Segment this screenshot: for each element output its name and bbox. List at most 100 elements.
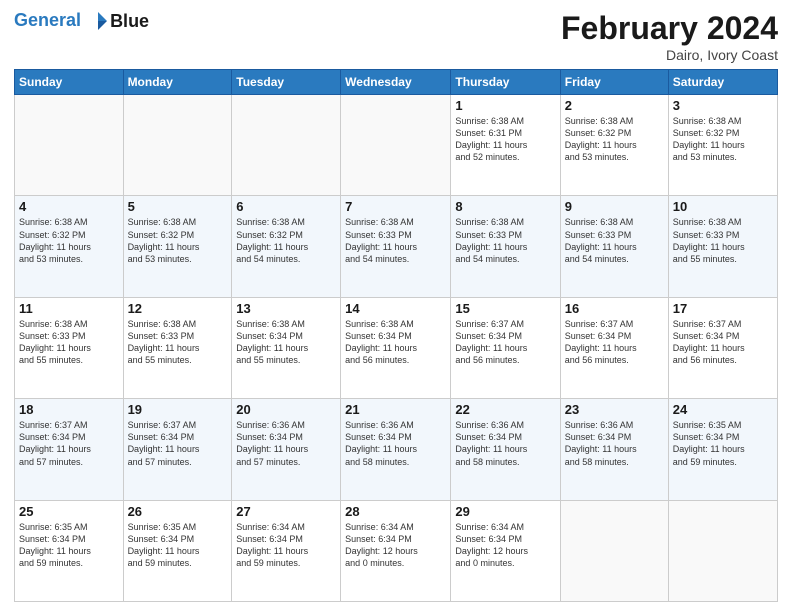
table-row: 13 Sunrise: 6:38 AM Sunset: 6:34 PM Dayli…: [232, 297, 341, 398]
table-row: 28 Sunrise: 6:34 AM Sunset: 6:34 PM Dayli…: [341, 500, 451, 601]
day-info: Sunrise: 6:38 AM Sunset: 6:34 PM Dayligh…: [236, 318, 336, 367]
table-row: [123, 95, 232, 196]
month-title: February 2024: [561, 10, 778, 47]
page: General Blue February 2024 Dairo, Ivory …: [0, 0, 792, 612]
table-row: 27 Sunrise: 6:34 AM Sunset: 6:34 PM Dayli…: [232, 500, 341, 601]
day-info: Sunrise: 6:35 AM Sunset: 6:34 PM Dayligh…: [673, 419, 773, 468]
day-number: 25: [19, 504, 119, 519]
day-number: 11: [19, 301, 119, 316]
logo-icon: [87, 10, 109, 32]
table-row: 18 Sunrise: 6:37 AM Sunset: 6:34 PM Dayli…: [15, 399, 124, 500]
day-info: Sunrise: 6:36 AM Sunset: 6:34 PM Dayligh…: [236, 419, 336, 468]
day-info: Sunrise: 6:38 AM Sunset: 6:32 PM Dayligh…: [236, 216, 336, 265]
day-info: Sunrise: 6:36 AM Sunset: 6:34 PM Dayligh…: [455, 419, 555, 468]
col-friday: Friday: [560, 70, 668, 95]
day-number: 27: [236, 504, 336, 519]
calendar-week-row: 18 Sunrise: 6:37 AM Sunset: 6:34 PM Dayli…: [15, 399, 778, 500]
table-row: 6 Sunrise: 6:38 AM Sunset: 6:32 PM Daylig…: [232, 196, 341, 297]
table-row: [15, 95, 124, 196]
day-info: Sunrise: 6:38 AM Sunset: 6:33 PM Dayligh…: [673, 216, 773, 265]
day-info: Sunrise: 6:38 AM Sunset: 6:31 PM Dayligh…: [455, 115, 555, 164]
title-area: February 2024 Dairo, Ivory Coast: [561, 10, 778, 63]
day-info: Sunrise: 6:37 AM Sunset: 6:34 PM Dayligh…: [565, 318, 664, 367]
day-number: 6: [236, 199, 336, 214]
day-info: Sunrise: 6:38 AM Sunset: 6:33 PM Dayligh…: [455, 216, 555, 265]
location: Dairo, Ivory Coast: [561, 47, 778, 63]
day-number: 2: [565, 98, 664, 113]
day-info: Sunrise: 6:37 AM Sunset: 6:34 PM Dayligh…: [673, 318, 773, 367]
calendar-week-row: 4 Sunrise: 6:38 AM Sunset: 6:32 PM Daylig…: [15, 196, 778, 297]
day-info: Sunrise: 6:34 AM Sunset: 6:34 PM Dayligh…: [455, 521, 555, 570]
day-number: 13: [236, 301, 336, 316]
day-number: 23: [565, 402, 664, 417]
calendar-week-row: 11 Sunrise: 6:38 AM Sunset: 6:33 PM Dayli…: [15, 297, 778, 398]
table-row: 25 Sunrise: 6:35 AM Sunset: 6:34 PM Dayli…: [15, 500, 124, 601]
day-number: 7: [345, 199, 446, 214]
col-sunday: Sunday: [15, 70, 124, 95]
day-info: Sunrise: 6:35 AM Sunset: 6:34 PM Dayligh…: [19, 521, 119, 570]
header: General Blue February 2024 Dairo, Ivory …: [14, 10, 778, 63]
table-row: 23 Sunrise: 6:36 AM Sunset: 6:34 PM Dayli…: [560, 399, 668, 500]
table-row: [341, 95, 451, 196]
day-number: 4: [19, 199, 119, 214]
day-info: Sunrise: 6:38 AM Sunset: 6:32 PM Dayligh…: [19, 216, 119, 265]
day-number: 16: [565, 301, 664, 316]
table-row: 4 Sunrise: 6:38 AM Sunset: 6:32 PM Daylig…: [15, 196, 124, 297]
day-number: 19: [128, 402, 228, 417]
table-row: 19 Sunrise: 6:37 AM Sunset: 6:34 PM Dayli…: [123, 399, 232, 500]
table-row: 2 Sunrise: 6:38 AM Sunset: 6:32 PM Daylig…: [560, 95, 668, 196]
day-number: 3: [673, 98, 773, 113]
table-row: 11 Sunrise: 6:38 AM Sunset: 6:33 PM Dayli…: [15, 297, 124, 398]
table-row: [232, 95, 341, 196]
table-row: 14Sunrise: 6:38 AM Sunset: 6:34 PM Dayli…: [341, 297, 451, 398]
table-row: 7 Sunrise: 6:38 AM Sunset: 6:33 PM Daylig…: [341, 196, 451, 297]
table-row: 16 Sunrise: 6:37 AM Sunset: 6:34 PM Dayli…: [560, 297, 668, 398]
day-info: Sunrise: 6:38 AM Sunset: 6:33 PM Dayligh…: [345, 216, 446, 265]
table-row: [560, 500, 668, 601]
day-number: 12: [128, 301, 228, 316]
day-number: 8: [455, 199, 555, 214]
logo-blue: Blue: [110, 11, 149, 32]
day-number: 18: [19, 402, 119, 417]
day-info: Sunrise: 6:38 AM Sunset: 6:32 PM Dayligh…: [565, 115, 664, 164]
table-row: 10 Sunrise: 6:38 AM Sunset: 6:33 PM Dayli…: [668, 196, 777, 297]
table-row: 12 Sunrise: 6:38 AM Sunset: 6:33 PM Dayli…: [123, 297, 232, 398]
day-number: 1: [455, 98, 555, 113]
col-saturday: Saturday: [668, 70, 777, 95]
day-info: Sunrise: 6:36 AM Sunset: 6:34 PM Dayligh…: [565, 419, 664, 468]
day-number: 29: [455, 504, 555, 519]
day-info: Sunrise: 6:38 AM Sunset: 6:33 PM Dayligh…: [565, 216, 664, 265]
day-number: 24: [673, 402, 773, 417]
day-info: Sunrise: 6:37 AM Sunset: 6:34 PM Dayligh…: [19, 419, 119, 468]
col-tuesday: Tuesday: [232, 70, 341, 95]
table-row: 20 Sunrise: 6:36 AM Sunset: 6:34 PM Dayli…: [232, 399, 341, 500]
calendar-week-row: 25 Sunrise: 6:35 AM Sunset: 6:34 PM Dayli…: [15, 500, 778, 601]
day-number: 28: [345, 504, 446, 519]
table-row: 5Sunrise: 6:38 AM Sunset: 6:32 PM Daylig…: [123, 196, 232, 297]
day-number: 9: [565, 199, 664, 214]
day-info: Sunrise: 6:38 AM Sunset: 6:34 PM Dayligh…: [345, 318, 446, 367]
day-info: Sunrise: 6:34 AM Sunset: 6:34 PM Dayligh…: [345, 521, 446, 570]
table-row: 22Sunrise: 6:36 AM Sunset: 6:34 PM Dayli…: [451, 399, 560, 500]
table-row: 21Sunrise: 6:36 AM Sunset: 6:34 PM Dayli…: [341, 399, 451, 500]
day-number: 10: [673, 199, 773, 214]
day-info: Sunrise: 6:38 AM Sunset: 6:32 PM Dayligh…: [673, 115, 773, 164]
day-info: Sunrise: 6:38 AM Sunset: 6:32 PM Dayligh…: [128, 216, 228, 265]
table-row: 15Sunrise: 6:37 AM Sunset: 6:34 PM Dayli…: [451, 297, 560, 398]
col-thursday: Thursday: [451, 70, 560, 95]
table-row: 3 Sunrise: 6:38 AM Sunset: 6:32 PM Daylig…: [668, 95, 777, 196]
table-row: 29 Sunrise: 6:34 AM Sunset: 6:34 PM Dayli…: [451, 500, 560, 601]
calendar-week-row: 1 Sunrise: 6:38 AM Sunset: 6:31 PM Daylig…: [15, 95, 778, 196]
table-row: 24 Sunrise: 6:35 AM Sunset: 6:34 PM Dayli…: [668, 399, 777, 500]
day-info: Sunrise: 6:38 AM Sunset: 6:33 PM Dayligh…: [128, 318, 228, 367]
day-info: Sunrise: 6:34 AM Sunset: 6:34 PM Dayligh…: [236, 521, 336, 570]
calendar-header-row: Sunday Monday Tuesday Wednesday Thursday…: [15, 70, 778, 95]
calendar-table: Sunday Monday Tuesday Wednesday Thursday…: [14, 69, 778, 602]
table-row: 17Sunrise: 6:37 AM Sunset: 6:34 PM Dayli…: [668, 297, 777, 398]
day-info: Sunrise: 6:38 AM Sunset: 6:33 PM Dayligh…: [19, 318, 119, 367]
logo-general: General: [14, 10, 81, 30]
table-row: [668, 500, 777, 601]
day-info: Sunrise: 6:37 AM Sunset: 6:34 PM Dayligh…: [128, 419, 228, 468]
day-number: 20: [236, 402, 336, 417]
day-number: 15: [455, 301, 555, 316]
